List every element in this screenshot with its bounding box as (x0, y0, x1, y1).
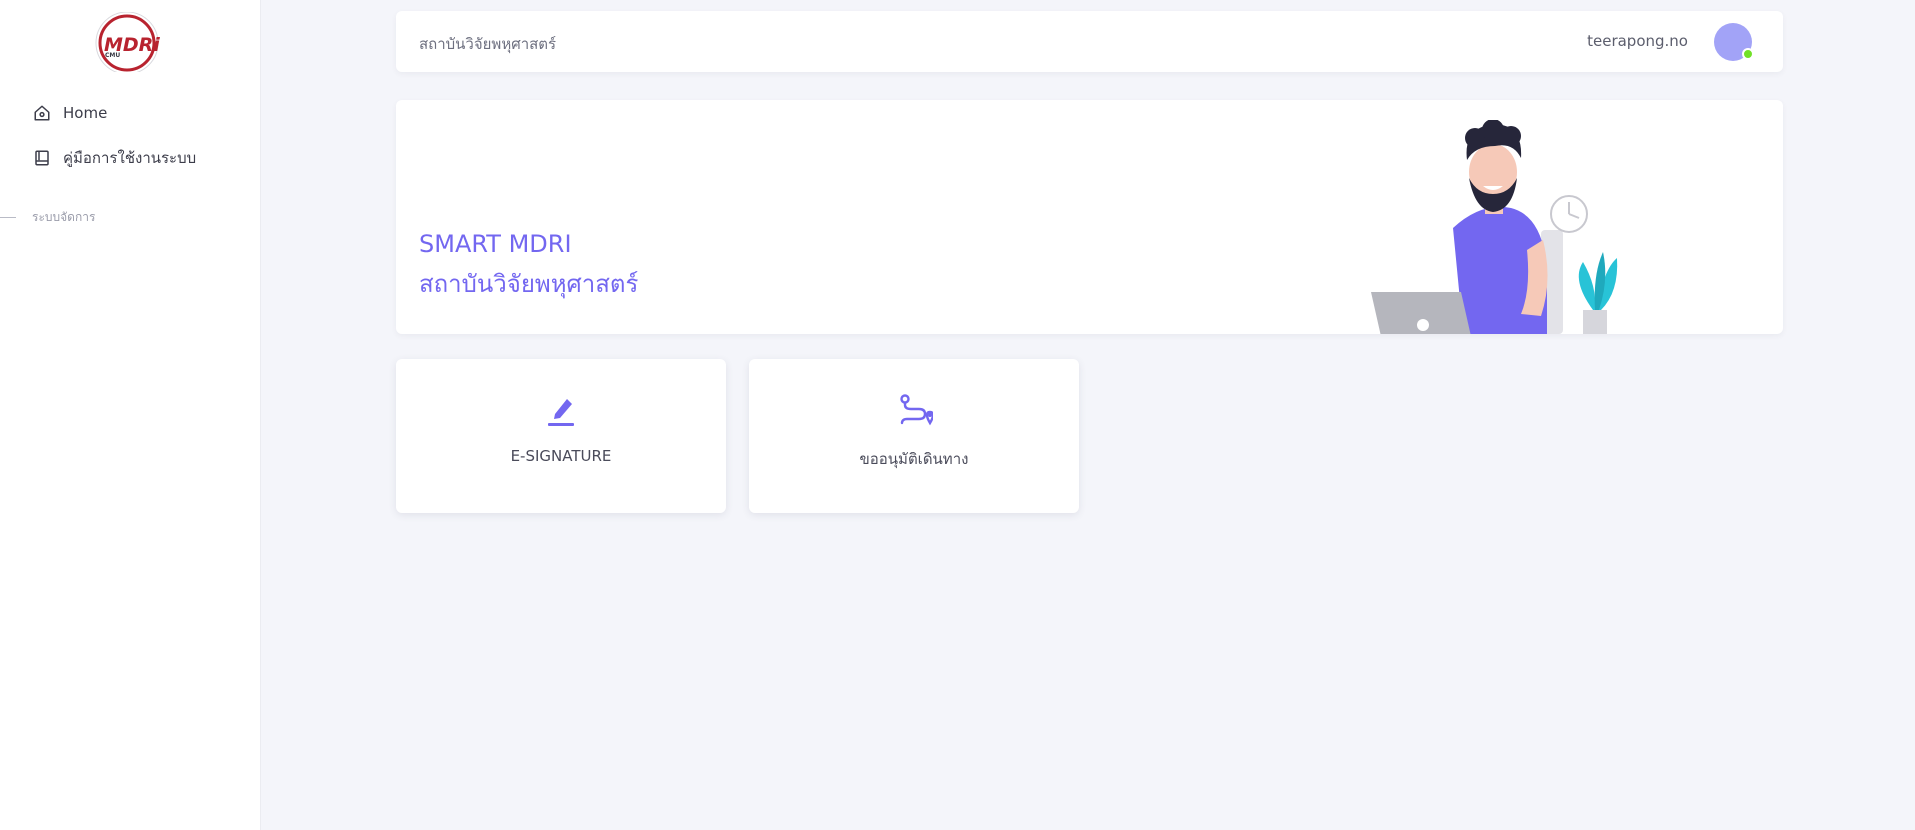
sidebar: MDRi CMU Home คู่มือการใช้งานระบบ ระบบจั… (0, 0, 261, 830)
card-label: E-SIGNATURE (510, 447, 612, 465)
breadcrumb: สถาบันวิจัยพหุศาสตร์ (419, 35, 557, 53)
username-label[interactable]: teerapong.no (1587, 32, 1688, 50)
online-status-icon (1742, 48, 1754, 60)
book-icon (32, 148, 52, 168)
man-with-laptop-illustration-icon (1371, 119, 1661, 334)
welcome-banner: SMART MDRI สถาบันวิจัยพหุศาสตร์ (396, 100, 1783, 334)
banner-subtitle: สถาบันวิจัยพหุศาสตร์ (419, 270, 639, 298)
top-navbar: สถาบันวิจัยพหุศาสตร์ teerapong.no (396, 11, 1783, 72)
e-signature-card[interactable]: E-SIGNATURE (396, 359, 726, 513)
sidebar-item-home[interactable]: Home (32, 100, 107, 126)
sidebar-item-manual[interactable]: คู่มือการใช้งานระบบ (32, 145, 196, 171)
sidebar-section-header: ระบบจัดการ (0, 208, 95, 226)
sidebar-item-label: Home (63, 104, 108, 122)
route-icon (899, 393, 935, 427)
pen-icon (546, 393, 576, 427)
section-divider (0, 216, 16, 218)
banner-title: SMART MDRI (419, 230, 572, 258)
sidebar-item-label: คู่มือการใช้งานระบบ (63, 149, 197, 167)
mdri-logo[interactable]: MDRi CMU (91, 11, 165, 75)
section-label: ระบบจัดการ (32, 209, 96, 224)
home-icon (32, 103, 52, 123)
svg-text:CMU: CMU (105, 52, 120, 59)
card-label: ขออนุมัติเดินทาง (859, 450, 969, 468)
travel-approval-card[interactable]: ขออนุมัติเดินทาง (749, 359, 1079, 513)
